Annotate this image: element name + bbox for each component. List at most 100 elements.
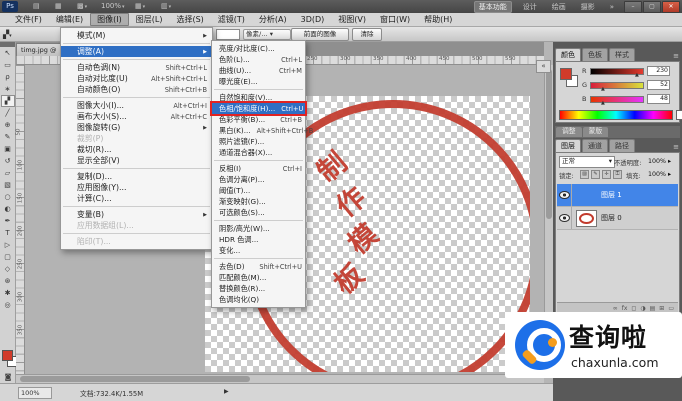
crop-tool-options-icon[interactable]: ▞▾ bbox=[3, 29, 21, 40]
layers-panel-tab-tab[interactable]: 路径 bbox=[609, 139, 635, 152]
layer-effects-icon[interactable]: fx bbox=[622, 305, 628, 312]
adjustments-submenu-item[interactable]: 反相(I)Ctrl+I bbox=[212, 163, 305, 174]
new-layer-icon[interactable]: ⊞ bbox=[659, 305, 664, 312]
menubar-item[interactable]: 图层(L) bbox=[129, 13, 170, 26]
crop-tool-icon[interactable]: ▞ bbox=[1, 95, 15, 107]
screen-mode-dropdown-icon[interactable]: ▥▾ bbox=[158, 2, 174, 11]
layer-row[interactable]: 图层 0 bbox=[557, 207, 678, 230]
image-menu-item[interactable]: 应用图像(Y)... bbox=[61, 182, 212, 193]
opacity-value[interactable]: 100% ▸ bbox=[648, 158, 671, 165]
adjustments-submenu-item[interactable]: 自然饱和度(V)... bbox=[212, 92, 305, 103]
type-tool-icon[interactable]: T bbox=[1, 227, 15, 239]
brush-tool-icon[interactable]: ✎ bbox=[1, 131, 15, 143]
color-panel-menu-icon[interactable]: ≡ bbox=[673, 52, 679, 60]
menubar-item[interactable]: 3D(D) bbox=[294, 14, 332, 25]
horizontal-scrollbar[interactable] bbox=[16, 374, 544, 383]
zoom-level-dropdown[interactable]: 100%▾ bbox=[98, 2, 128, 11]
adjustments-submenu-item[interactable]: HDR 色调... bbox=[212, 234, 305, 245]
adjustments-submenu-item[interactable]: 可选颜色(S)... bbox=[212, 207, 305, 218]
layers-panel-tab-tab[interactable]: 通道 bbox=[582, 139, 608, 152]
workspace-button[interactable]: 设计 bbox=[519, 2, 541, 12]
image-menu-item[interactable]: 自动对比度(U)Alt+Shift+Ctrl+L bbox=[61, 73, 212, 84]
panel-foreground-swatch[interactable] bbox=[560, 68, 572, 80]
menubar-item[interactable]: 视图(V) bbox=[331, 13, 373, 26]
workspace-button[interactable]: 基本功能 bbox=[474, 1, 512, 13]
spectrum-white-swatch[interactable] bbox=[676, 110, 682, 120]
adjustments-submenu-item[interactable]: 曲线(U)...Ctrl+M bbox=[212, 65, 305, 76]
eraser-tool-icon[interactable]: ▱ bbox=[1, 167, 15, 179]
image-menu-item[interactable]: 自动色调(N)Shift+Ctrl+L bbox=[61, 62, 212, 73]
b-slider[interactable]: ▲ bbox=[590, 96, 644, 103]
eye-icon[interactable] bbox=[559, 191, 570, 199]
blur-tool-icon[interactable]: ○ bbox=[1, 191, 15, 203]
image-menu-item[interactable]: 图像旋转(G)▶ bbox=[61, 122, 212, 133]
color-panel-tab-tab[interactable]: 样式 bbox=[609, 48, 635, 61]
launch-bridge-icon[interactable]: ▤ bbox=[30, 2, 43, 11]
color-spectrum-ramp[interactable] bbox=[559, 110, 673, 120]
foreground-color-swatch[interactable] bbox=[2, 350, 13, 361]
hand-tool-icon[interactable]: ✱ bbox=[1, 287, 15, 299]
adjustments-submenu-item[interactable]: 通道混合器(X)... bbox=[212, 147, 305, 158]
color-panel-tab-tab[interactable]: 色板 bbox=[582, 48, 608, 61]
restore-button[interactable]: ▢ bbox=[643, 1, 661, 13]
menubar-item[interactable]: 滤镜(T) bbox=[211, 13, 252, 26]
blend-mode-dropdown[interactable]: 正常▾ bbox=[559, 156, 615, 168]
color-panel-tab-active[interactable]: 颜色 bbox=[555, 48, 581, 61]
image-menu-item[interactable]: 调整(A)▶ bbox=[61, 46, 212, 57]
clear-button[interactable]: 清除 bbox=[352, 28, 382, 41]
3d-rotate-tool-icon[interactable]: ◇ bbox=[1, 263, 15, 275]
pen-tool-icon[interactable]: ✒ bbox=[1, 215, 15, 227]
collapse-panels-button[interactable]: « bbox=[536, 60, 551, 73]
menubar-item[interactable]: 分析(A) bbox=[252, 13, 294, 26]
lasso-tool-icon[interactable]: ρ bbox=[1, 71, 15, 83]
link-layers-icon[interactable]: ∞ bbox=[613, 305, 618, 312]
marquee-tool-icon[interactable]: ▭ bbox=[1, 59, 15, 71]
g-value-field[interactable]: 52 bbox=[647, 80, 670, 90]
clone-stamp-tool-icon[interactable]: ▣ bbox=[1, 143, 15, 155]
adjustments-submenu-item[interactable]: 替换颜色(R)... bbox=[212, 283, 305, 294]
view-extras-icon[interactable]: ▩▾ bbox=[74, 2, 90, 11]
adjustments-submenu-item[interactable]: 色调分离(P)... bbox=[212, 174, 305, 185]
menubar-item[interactable]: 帮助(H) bbox=[417, 13, 459, 26]
lock-transparency-icon[interactable]: ▨ bbox=[580, 170, 589, 179]
move-tool-icon[interactable]: ↖ bbox=[1, 47, 15, 59]
adjustments-submenu-item[interactable]: 匹配颜色(M)... bbox=[212, 272, 305, 283]
adjustments-submenu-item[interactable]: 变化... bbox=[212, 245, 305, 256]
layer-row[interactable]: 图层 1 bbox=[557, 184, 678, 207]
menubar-item[interactable]: 选择(S) bbox=[169, 13, 210, 26]
layers-panel-menu-icon[interactable]: ≡ bbox=[673, 143, 679, 151]
adjustments-submenu-item[interactable]: 色相/饱和度(H)...Ctrl+U bbox=[212, 103, 305, 114]
minimize-button[interactable]: – bbox=[624, 1, 642, 13]
collapsed-panel-tab[interactable]: 蒙版 bbox=[583, 127, 609, 137]
workspace-button[interactable]: 绘画 bbox=[548, 2, 570, 12]
slider-thumb[interactable]: ▲ bbox=[601, 100, 605, 106]
adjustments-submenu-item[interactable]: 渐变映射(G)... bbox=[212, 196, 305, 207]
g-slider[interactable]: ▲ bbox=[590, 82, 644, 89]
workspace-button[interactable]: 摄影 bbox=[577, 2, 599, 12]
quick-mask-icon[interactable]: ◙ bbox=[1, 372, 15, 382]
image-menu-item[interactable]: 图像大小(I)...Alt+Ctrl+I bbox=[61, 100, 212, 111]
image-menu-item[interactable]: 计算(C)... bbox=[61, 193, 212, 204]
adjustments-submenu-item[interactable]: 阈值(T)... bbox=[212, 185, 305, 196]
adjustments-submenu-item[interactable]: 阴影/高光(W)... bbox=[212, 223, 305, 234]
adjustments-submenu-item[interactable]: 黑白(K)...Alt+Shift+Ctrl+B bbox=[212, 125, 305, 136]
3d-orbit-tool-icon[interactable]: ⊛ bbox=[1, 275, 15, 287]
mini-bridge-icon[interactable]: ▦ bbox=[52, 2, 65, 11]
resolution-unit-dropdown[interactable]: 像素/… ▾ bbox=[243, 29, 291, 40]
adjustments-submenu-item[interactable]: 色调均化(Q) bbox=[212, 294, 305, 305]
image-menu-item[interactable]: 显示全部(V) bbox=[61, 155, 212, 166]
workspace-overflow-chevron[interactable]: » bbox=[606, 2, 618, 12]
image-menu-item[interactable]: 变量(B)▶ bbox=[61, 209, 212, 220]
menubar-item[interactable]: 编辑(E) bbox=[49, 13, 90, 26]
layer-mask-icon[interactable]: ◻ bbox=[631, 305, 636, 312]
adjustments-submenu-item[interactable]: 色彩平衡(B)...Ctrl+B bbox=[212, 114, 305, 125]
adjustments-submenu-item[interactable]: 照片滤镜(F)... bbox=[212, 136, 305, 147]
r-slider[interactable]: ▲ bbox=[590, 68, 644, 75]
lock-pixels-icon[interactable]: ✎ bbox=[591, 170, 600, 179]
adjustments-submenu-item[interactable]: 去色(D)Shift+Ctrl+U bbox=[212, 261, 305, 272]
adjustment-layer-icon[interactable]: ◑ bbox=[640, 305, 645, 312]
layers-panel-tab-active[interactable]: 图层 bbox=[555, 139, 581, 152]
menubar-item[interactable]: 图像(I) bbox=[90, 13, 129, 26]
history-brush-tool-icon[interactable]: ↺ bbox=[1, 155, 15, 167]
fill-value[interactable]: 100% ▸ bbox=[648, 171, 671, 178]
